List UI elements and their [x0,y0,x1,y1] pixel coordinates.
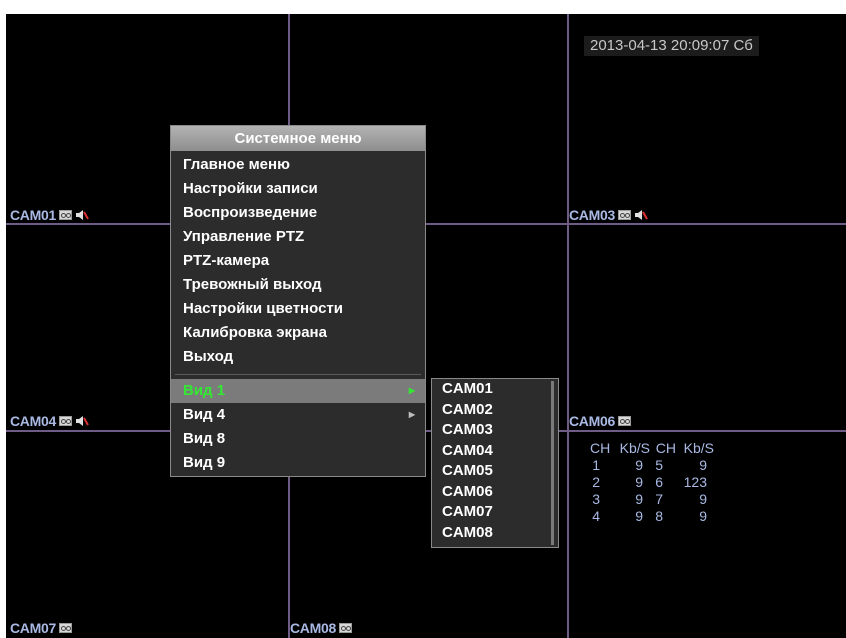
grid-divider [6,223,846,225]
submenu-item-cam03[interactable]: CAM03 [432,420,558,441]
grid-divider [6,430,846,432]
menu-item-screen-calibration[interactable]: Калибровка экрана [171,321,425,345]
submenu-item-cam02[interactable]: CAM02 [432,400,558,421]
menu-item-label: Вид 9 [183,454,226,471]
view-submenu: CAM01 CAM02 CAM03 CAM04 CAM05 CAM06 CAM0… [431,378,559,548]
datetime-display: 2013-04-13 20:09:07 Сб [584,36,759,56]
camera-name: CAM08 [290,620,336,636]
menu-item-color-settings[interactable]: Настройки цветности [171,297,425,321]
channel-number: 6 [655,474,663,490]
camera-name: CAM07 [10,620,56,636]
system-menu-title: Системное меню [171,126,425,151]
channel-number: 4 [592,508,600,524]
bitrate-value: 9 [699,508,707,524]
menu-item-view-1[interactable]: Вид 1 ▶ [171,379,425,403]
submenu-item-cam01[interactable]: CAM01 [432,379,558,400]
camera-label-cam01[interactable]: CAM01 [10,206,89,224]
system-menu: Системное меню Главное меню Настройки за… [170,125,426,477]
header-ch: CH [590,440,611,456]
camera-name: CAM01 [10,207,56,223]
submenu-item-cam07[interactable]: CAM07 [432,502,558,523]
channel-number: 1 [592,457,600,473]
bitrate-table: CH Kb/S CH Kb/S 1 9 5 9 2 9 6 123 3 9 7 … [578,440,758,525]
menu-item-label: Вид 4 [183,406,226,423]
channel-number: 7 [655,491,663,507]
camera-label-cam08[interactable]: CAM08 [290,619,355,637]
menu-separator [175,374,421,375]
menu-item-record-settings[interactable]: Настройки записи [171,177,425,201]
bitrate-header-row: CH Kb/S CH Kb/S [578,440,758,457]
channel-number: 2 [592,474,600,490]
bitrate-value: 9 [699,457,707,473]
menu-item-label: Вид 1 [183,382,226,399]
camera-name: CAM04 [10,413,56,429]
bitrate-value: 9 [699,491,707,507]
menu-item-exit[interactable]: Выход [171,345,425,369]
speaker-muted-icon [634,210,648,220]
camera-name: CAM03 [569,207,615,223]
menu-item-view-9[interactable]: Вид 9 [171,451,425,475]
record-tape-icon [58,210,72,220]
camera-label-cam07[interactable]: CAM07 [10,619,75,637]
submenu-scrollbar[interactable] [551,381,554,545]
menu-item-main-menu[interactable]: Главное меню [171,153,425,177]
record-tape-icon [338,623,352,633]
bitrate-value: 9 [635,474,643,490]
record-tape-icon [58,623,72,633]
submenu-item-cam06[interactable]: CAM06 [432,482,558,503]
submenu-arrow-icon: ▶ [408,410,415,419]
menu-item-ptz-control[interactable]: Управление PTZ [171,225,425,249]
menu-item-view-4[interactable]: Вид 4 ▶ [171,403,425,427]
bitrate-value: 9 [635,457,643,473]
channel-number: 8 [655,508,663,524]
channel-number: 3 [592,491,600,507]
grid-divider [567,14,569,638]
bitrate-row: 4 9 8 9 [578,508,758,525]
bitrate-value: 9 [635,491,643,507]
menu-item-view-8[interactable]: Вид 8 [171,427,425,451]
menu-item-label: Вид 8 [183,430,226,447]
menu-item-alarm-output[interactable]: Тревожный выход [171,273,425,297]
menu-item-ptz-camera[interactable]: PTZ-камера [171,249,425,273]
camera-label-cam03[interactable]: CAM03 [569,206,648,224]
record-tape-icon [617,210,631,220]
channel-number: 5 [655,457,663,473]
camera-name: CAM06 [569,413,615,429]
bitrate-row: 2 9 6 123 [578,474,758,491]
dvr-screen: CAM01 CAM03 CAM04 CAM06 CAM07 CAM08 2013… [6,14,846,638]
submenu-item-cam05[interactable]: CAM05 [432,461,558,482]
speaker-muted-icon [75,210,89,220]
header-kbs: Kb/S [619,440,650,456]
camera-label-cam04[interactable]: CAM04 [10,412,89,430]
bitrate-row: 3 9 7 9 [578,491,758,508]
submenu-arrow-icon: ▶ [408,386,415,395]
bitrate-value: 9 [635,508,643,524]
bitrate-row: 1 9 5 9 [578,457,758,474]
header-kbs: Kb/S [683,440,714,456]
speaker-muted-icon [75,416,89,426]
record-tape-icon [58,416,72,426]
record-tape-icon [617,416,631,426]
submenu-item-cam08[interactable]: CAM08 [432,523,558,544]
submenu-item-cam04[interactable]: CAM04 [432,441,558,462]
menu-item-playback[interactable]: Воспроизведение [171,201,425,225]
bitrate-value: 123 [683,474,707,490]
header-ch: CH [655,440,676,456]
camera-label-cam06[interactable]: CAM06 [569,412,634,430]
